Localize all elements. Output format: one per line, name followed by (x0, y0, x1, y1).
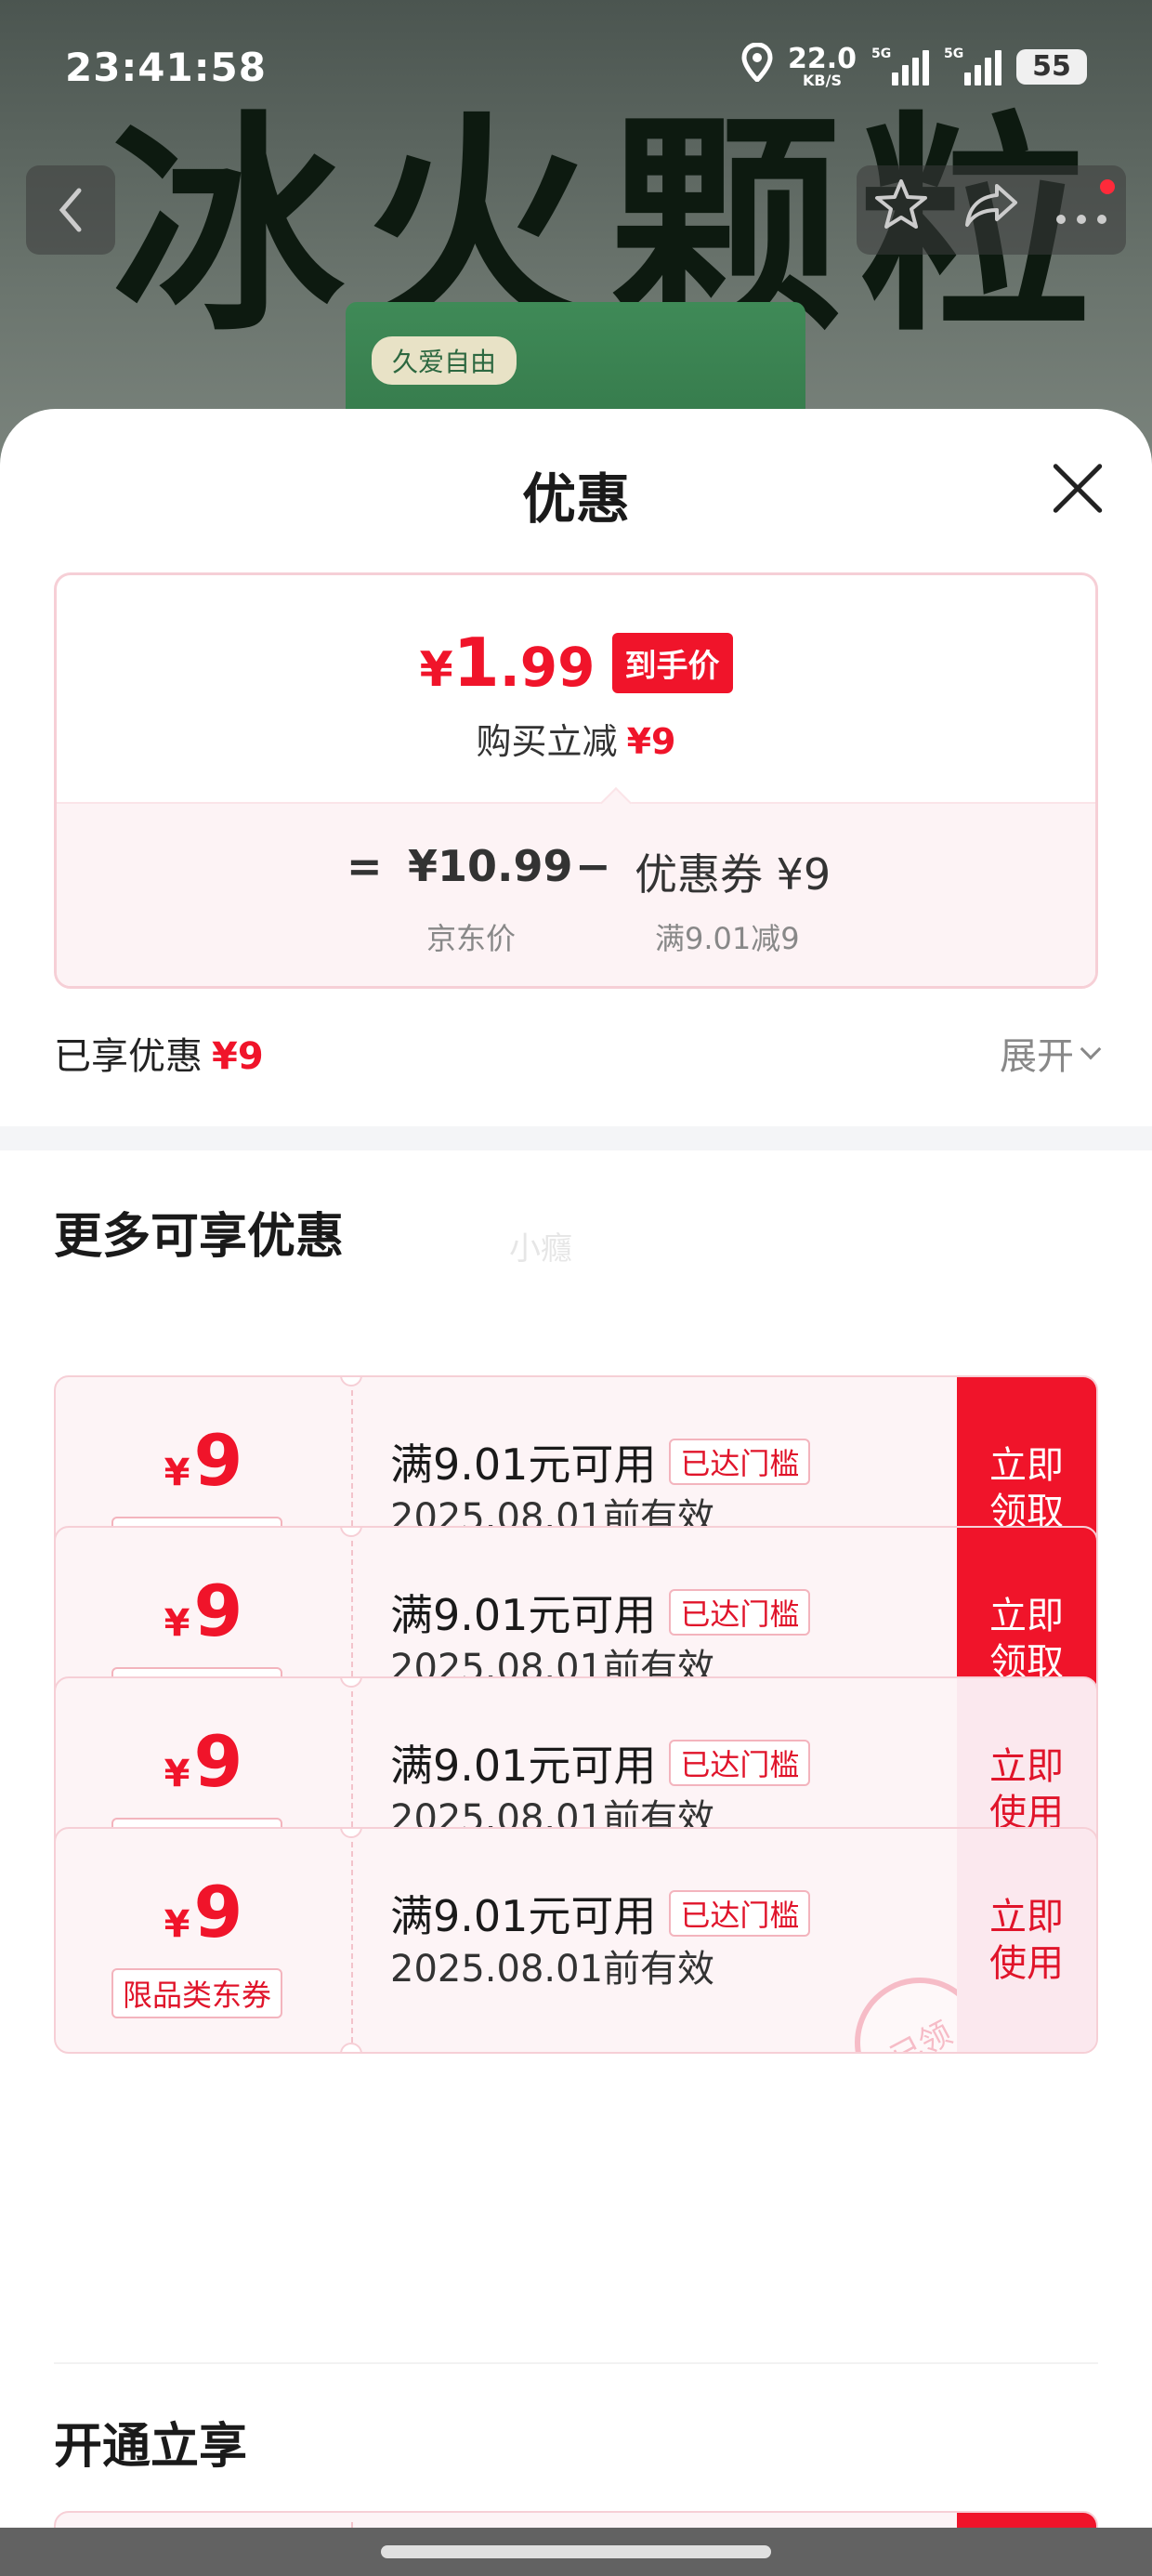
coupon-currency: ¥ (164, 1602, 190, 1645)
signal-icon-2: 5G (944, 46, 1001, 85)
coupon-value-section: ¥9 限品类东券 (56, 1829, 351, 2052)
status-bar: 23:41:58 22.0 KB/S 5G 5G 55 (0, 0, 1152, 139)
coupon-currency: ¥ (164, 1753, 190, 1795)
expand-button[interactable]: 展开 (1000, 1026, 1102, 1080)
price-breakdown-card: ¥1.99 到手价 购买立减 ¥9 = ¥10.99 − 优惠券 ¥9 京东价 满… (54, 572, 1098, 989)
coupon-condition: 满9.01元可用 已达门槛 (390, 1732, 811, 1794)
coupon-notch (340, 2043, 362, 2052)
minus-sign: − (575, 841, 611, 891)
coupon-condition-text: 满9.01元可用 (390, 1590, 657, 1640)
open-membership-title: 开通立享 (54, 2419, 248, 2475)
status-icons: 22.0 KB/S 5G 5G 55 (741, 42, 1087, 90)
coupon-amount-value: 9 (193, 1871, 243, 1953)
jd-price: ¥10.99 (408, 841, 573, 891)
enjoyed-discount: 已享优惠 ¥9 (54, 1026, 264, 1080)
coupon-condition-text: 满9.01元可用 (390, 1891, 657, 1941)
coupon-condition: 满9.01元可用 已达门槛 (390, 1582, 811, 1643)
divider-line (54, 2362, 1098, 2364)
product-box-label: 久爱自由 (372, 336, 517, 385)
location-icon (741, 42, 773, 90)
coupon-separator (351, 1842, 353, 2043)
expand-label: 展开 (1000, 1035, 1074, 1078)
final-price-section: ¥1.99 到手价 购买立减 ¥9 (57, 575, 1095, 802)
coupon-amount-value: 9 (193, 1570, 243, 1652)
coupon-card: ¥9限品类东券满9.01元可用已达门槛2025.08.01前有效已领立即使用 (54, 1827, 1098, 2054)
sim2-label: 5G (944, 46, 964, 61)
coupon-amount: ¥9 (56, 1576, 351, 1647)
coupon-action-button[interactable]: 立即 使用 (957, 1829, 1096, 2052)
final-price: ¥1.99 (419, 629, 595, 696)
network-speed: 22.0 KB/S (787, 42, 857, 89)
equals-sign: = (347, 841, 383, 891)
coupon-amount: ¥9 (56, 1727, 351, 1797)
close-icon[interactable] (1050, 460, 1106, 516)
home-indicator[interactable] (381, 2545, 771, 2558)
signal-icon: 5G (871, 46, 929, 85)
notification-dot (1100, 179, 1115, 194)
back-button[interactable] (26, 165, 115, 255)
coupon-type-tag: 限品类东券 (111, 1968, 283, 2018)
coupon-condition: 满9.01元可用 已达门槛 (390, 1883, 811, 1944)
status-time: 23:41:58 (65, 45, 267, 90)
jd-price-label: 京东价 (426, 921, 517, 956)
threshold-badge: 已达门槛 (669, 1589, 811, 1636)
sheet-title: 优惠 (521, 467, 630, 531)
network-speed-value: 22.0 (787, 42, 857, 75)
discount-sheet: 优惠 ¥1.99 到手价 购买立减 ¥9 = ¥10.99 − 优惠券 ¥9 京东… (0, 409, 1152, 2532)
price-calculation: = ¥10.99 − 优惠券 ¥9 京东价 满9.01减9 (57, 802, 1095, 986)
final-price-int: 1 (452, 624, 500, 702)
share-icon[interactable] (963, 180, 1019, 241)
sim1-label: 5G (871, 46, 892, 61)
coupon-condition: 满9.01元可用 已达门槛 (390, 1431, 811, 1492)
coupon-validity: 2025.08.01前有效 (390, 1948, 715, 1991)
coupon-amount-value: 9 (193, 1419, 243, 1502)
coupon-currency: ¥ (164, 1452, 190, 1494)
coupon-amount: ¥9 (56, 1877, 351, 1948)
enjoyed-label: 已享优惠 (54, 1035, 203, 1078)
reduce-value: ¥9 (626, 721, 676, 762)
chevron-down-icon (1080, 1038, 1102, 1060)
battery-icon: 55 (1016, 48, 1087, 85)
threshold-badge: 已达门槛 (669, 1439, 811, 1485)
network-speed-unit: KB/S (803, 71, 842, 89)
coupon-condition-text: 满9.01元可用 (390, 1439, 657, 1490)
more-discounts-title: 更多可享优惠 (54, 1209, 345, 1265)
coupon-amount: ¥9 (56, 1426, 351, 1496)
coupon-rule: 满9.01减9 (655, 921, 800, 956)
threshold-badge: 已达门槛 (669, 1890, 811, 1937)
coupon-condition-text: 满9.01元可用 (390, 1741, 657, 1791)
coupon-amount: 优惠券 ¥9 (635, 849, 831, 900)
reduce-label: 购买立减 (476, 721, 618, 762)
threshold-badge: 已达门槛 (669, 1740, 811, 1786)
final-price-tag: 到手价 (611, 632, 733, 693)
purchase-reduction: 购买立减 ¥9 (57, 713, 1095, 764)
coupon-amount-value: 9 (193, 1720, 243, 1803)
favorite-star-icon[interactable] (873, 177, 929, 243)
enjoyed-value: ¥9 (212, 1035, 264, 1078)
coupon-currency: ¥ (164, 1903, 190, 1946)
top-actions (857, 165, 1126, 255)
section-divider (0, 1126, 1152, 1150)
gesture-bar (0, 2528, 1152, 2576)
watermark: 小癮 (509, 1230, 572, 1268)
final-price-symbol: ¥ (419, 642, 453, 698)
final-price-dec: .99 (499, 636, 596, 699)
chevron-left-icon (59, 188, 82, 232)
